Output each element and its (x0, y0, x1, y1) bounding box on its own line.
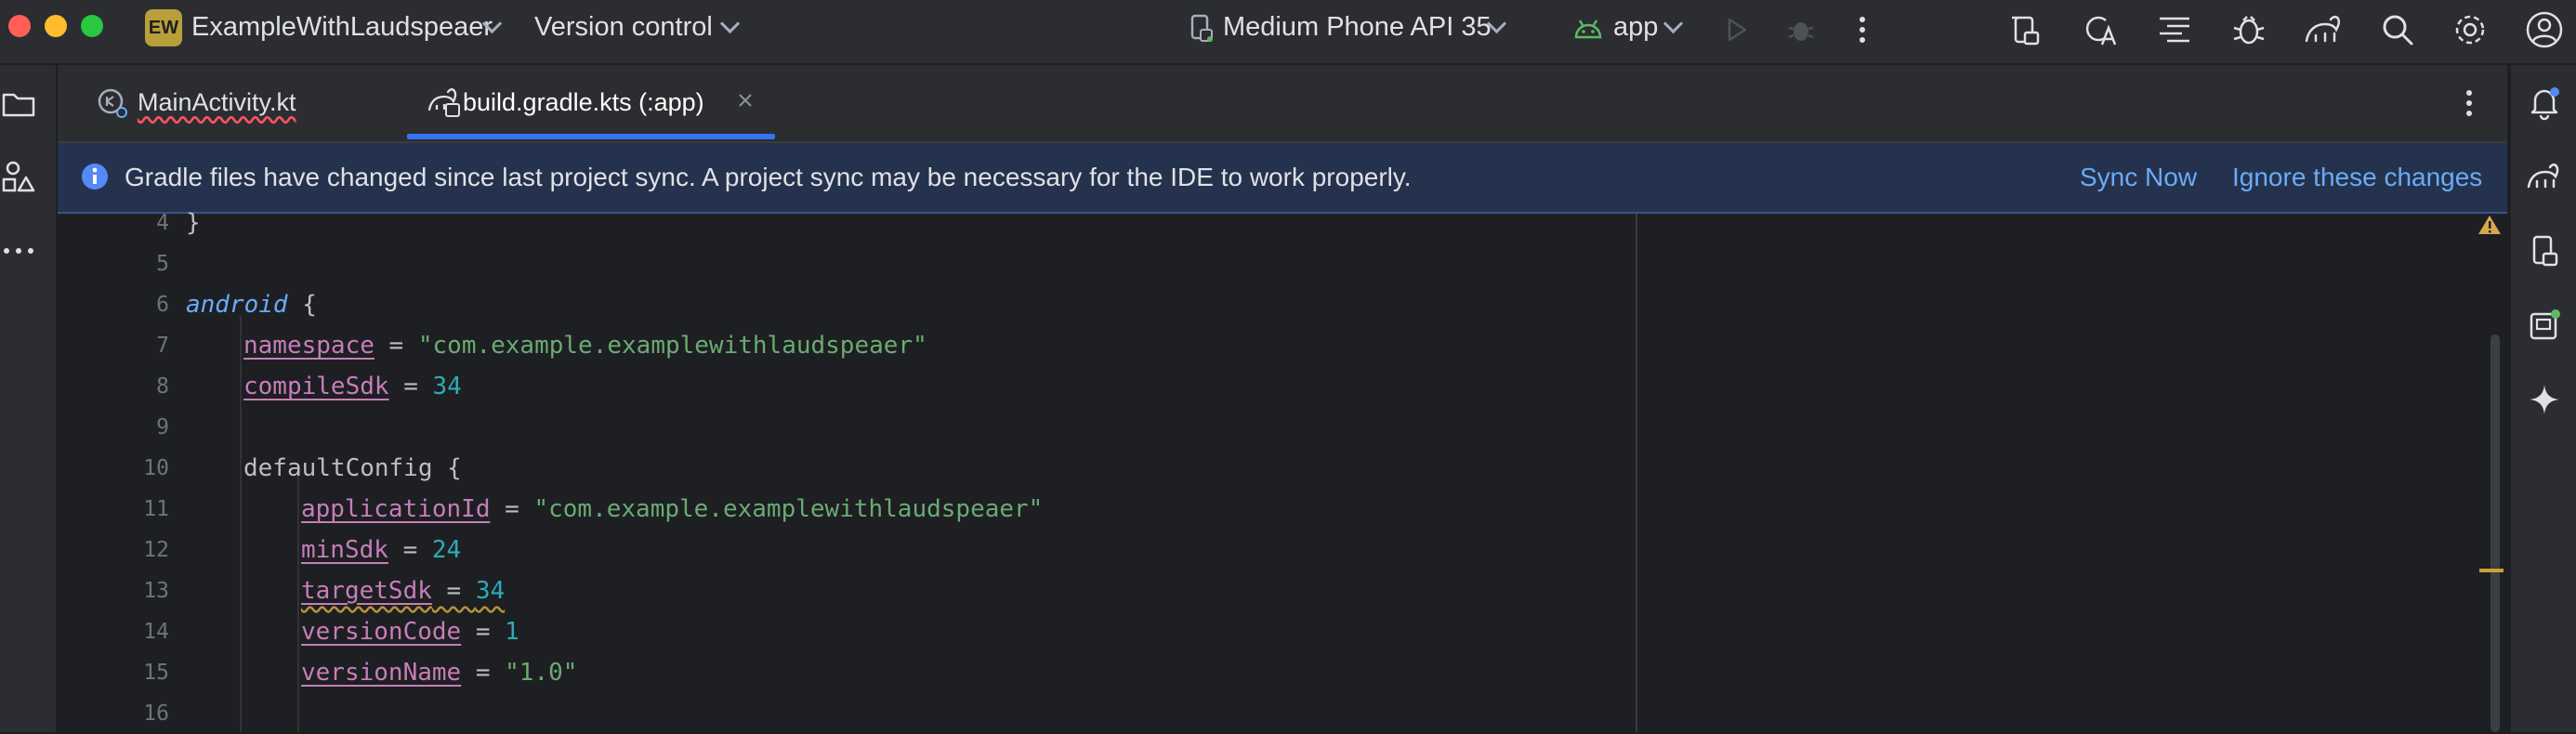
line-number: 16 (143, 701, 169, 726)
diff-icon[interactable] (2152, 7, 2197, 52)
line-number: 11 (143, 497, 169, 521)
code-editor[interactable]: 4 5 6 7 8 9 10 11 12 13 14 15 16 } andro… (58, 209, 2507, 732)
tab-label: MainActivity.kt (138, 88, 296, 116)
code-line-13: targetSdk = 34 (301, 577, 506, 605)
line-number: 5 (156, 252, 169, 276)
more-vertical-icon[interactable] (1840, 7, 1885, 52)
translate-icon[interactable] (2078, 7, 2123, 52)
run-icon[interactable] (1714, 7, 1758, 52)
code-line-6: android { (186, 291, 317, 319)
left-tool-strip (0, 65, 58, 732)
minimize-window-button[interactable] (45, 15, 67, 37)
notifications-icon[interactable] (2522, 80, 2567, 125)
line-number: 14 (143, 620, 169, 644)
line-number: 7 (156, 334, 169, 358)
sync-banner: Gradle files have changed since last pro… (58, 143, 2507, 214)
sparkle-icon[interactable] (2522, 377, 2567, 422)
line-gutter: 4 5 6 7 8 9 10 11 12 13 14 15 16 (58, 211, 178, 732)
info-icon (80, 162, 110, 191)
code-line-8: compileSdk = 34 (243, 373, 462, 400)
ignore-changes-link[interactable]: Ignore these changes (2232, 160, 2482, 195)
kotlin-file-icon (97, 87, 128, 119)
right-margin-guide (1636, 214, 1637, 732)
vertical-scrollbar[interactable] (2491, 334, 2500, 732)
active-tab-indicator (407, 134, 775, 139)
code-line-14: versionCode = 1 (301, 618, 519, 646)
tab-options-icon[interactable] (2464, 89, 2483, 119)
tab-main-activity[interactable]: MainActivity.kt (76, 65, 364, 141)
zoom-window-button[interactable] (81, 15, 103, 37)
line-number: 10 (143, 456, 169, 480)
gradle-icon[interactable] (2522, 154, 2567, 199)
more-icon[interactable] (0, 229, 41, 273)
chevron-down-icon[interactable] (1663, 13, 1684, 34)
running-devices-icon[interactable] (2522, 303, 2567, 347)
code-line-10: defaultConfig { (243, 454, 462, 482)
indent-guide (297, 474, 299, 732)
bug-icon[interactable] (2227, 7, 2271, 52)
profile-icon[interactable] (2522, 7, 2567, 52)
device-manager-icon[interactable] (2522, 229, 2567, 273)
android-icon (1572, 13, 1604, 43)
code-line-4: } (186, 209, 201, 237)
folder-icon[interactable] (0, 82, 41, 126)
title-bar: EW ExampleWithLaudspeaer Version control… (0, 0, 2576, 65)
close-window-button[interactable] (8, 15, 31, 37)
indent-guide (240, 316, 242, 732)
warning-marker[interactable] (2479, 569, 2504, 572)
line-number: 6 (156, 293, 169, 317)
editor-tab-bar: MainActivity.kt build.gradle.kts (:app) (58, 65, 2507, 143)
device-selector[interactable]: Medium Phone API 35 (1223, 9, 1492, 45)
code-line-11: applicationId = "com.example.examplewith… (301, 495, 1044, 523)
line-number: 15 (143, 661, 169, 685)
tab-label: build.gradle.kts (:app) (463, 88, 704, 116)
line-number: 12 (143, 538, 169, 562)
banner-message: Gradle files have changed since last pro… (125, 163, 1412, 191)
search-icon[interactable] (2375, 7, 2420, 52)
device-manager-icon[interactable] (2004, 7, 2048, 52)
structure-icon[interactable] (0, 154, 41, 199)
line-number: 4 (156, 211, 169, 235)
chevron-down-icon[interactable] (719, 13, 741, 34)
code-line-12: minSdk = 24 (301, 536, 462, 564)
run-config-selector[interactable]: app (1613, 9, 1658, 45)
line-number: 9 (156, 415, 169, 439)
code-line-7: namespace = "com.example.examplewithlaud… (243, 332, 927, 360)
gradle-icon[interactable] (2301, 7, 2346, 52)
right-tool-strip (2509, 65, 2576, 732)
close-icon[interactable] (734, 89, 756, 111)
device-icon (1188, 13, 1214, 43)
project-name[interactable]: ExampleWithLaudspeaer (191, 9, 493, 45)
line-number: 8 (156, 374, 169, 399)
sync-now-link[interactable]: Sync Now (2080, 160, 2197, 195)
tab-build-gradle[interactable]: build.gradle.kts (:app) (348, 65, 775, 141)
project-badge[interactable]: EW (145, 9, 182, 46)
debug-icon[interactable] (1779, 7, 1823, 52)
line-number: 13 (143, 579, 169, 603)
code-line-15: versionName = "1.0" (301, 659, 578, 687)
gradle-file-icon (426, 85, 461, 117)
vcs-menu[interactable]: Version control (534, 9, 713, 45)
settings-icon[interactable] (2448, 7, 2492, 52)
warning-icon[interactable] (2477, 214, 2504, 238)
